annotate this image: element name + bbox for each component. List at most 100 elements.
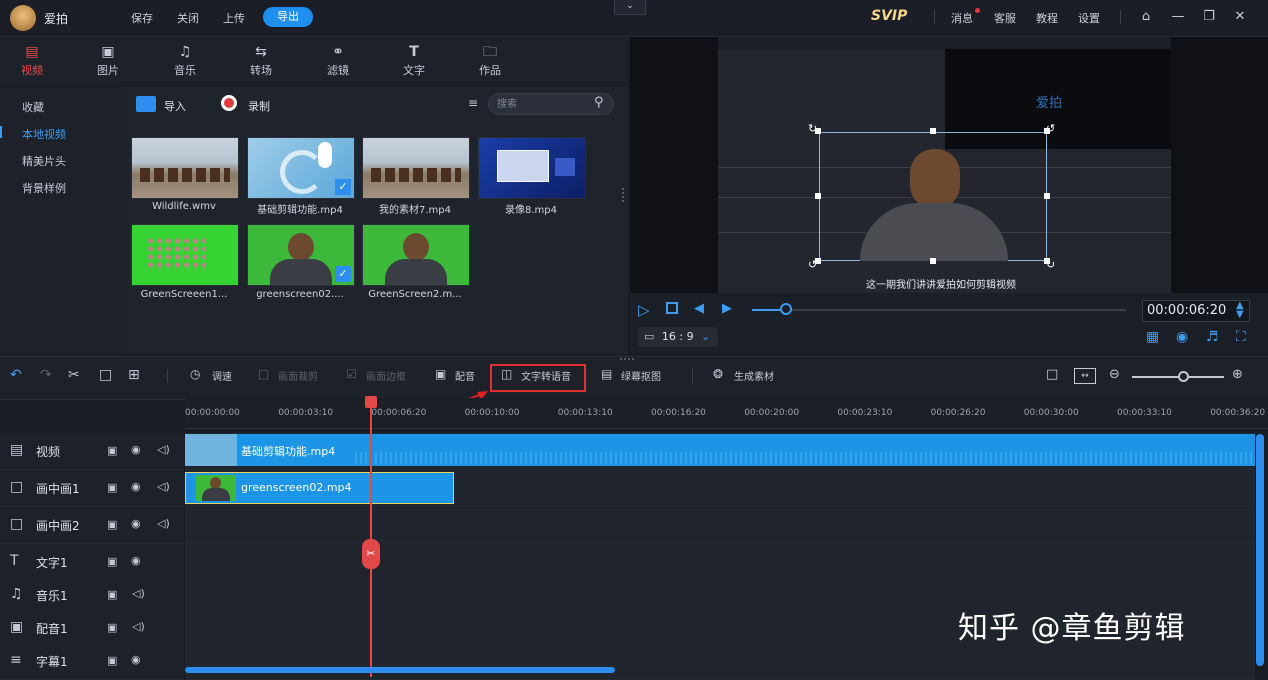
aspect-ratio-select[interactable]: ▭ 16 : 9 ⌄ xyxy=(638,327,718,347)
generate-material-button[interactable]: 生成素材 xyxy=(734,368,774,383)
nav-favorites[interactable]: 收藏 xyxy=(22,99,44,115)
close-icon[interactable]: ✕ xyxy=(1230,7,1250,27)
messages-link[interactable]: 消息 xyxy=(951,10,973,26)
matting-icon[interactable]: ▤ xyxy=(601,367,612,381)
horizontal-scrollbar[interactable] xyxy=(185,667,615,673)
stop-icon[interactable] xyxy=(666,302,678,314)
volume-icon[interactable]: ◁) xyxy=(132,620,145,633)
undo-icon[interactable]: ↶ xyxy=(10,367,22,383)
splitter-handle[interactable] xyxy=(620,358,634,362)
export-button[interactable]: 导出 xyxy=(263,7,313,27)
speed-icon[interactable]: ◷ xyxy=(190,367,200,381)
restore-icon[interactable]: ❐ xyxy=(1199,7,1219,27)
close-menu[interactable]: 关闭 xyxy=(177,10,199,26)
lock-icon[interactable]: ▣ xyxy=(107,621,117,634)
fit-timeline-icon[interactable]: ↔ xyxy=(1074,368,1096,384)
volume-icon[interactable]: ◁) xyxy=(132,587,145,600)
zoom-in-icon[interactable]: ⊕ xyxy=(1232,367,1243,382)
home-icon[interactable]: ⌂ xyxy=(1136,7,1156,27)
pip-icon[interactable]: ▦ xyxy=(1146,329,1159,345)
lock-icon[interactable]: ▣ xyxy=(107,481,117,494)
splitter-handle[interactable] xyxy=(622,188,626,202)
thumbnail-recording8[interactable] xyxy=(478,137,586,199)
tab-image[interactable]: ▣ 图片 xyxy=(82,37,134,83)
settings-link[interactable]: 设置 xyxy=(1078,10,1100,26)
search-icon[interactable]: ⚲ xyxy=(594,95,604,110)
progress-track[interactable] xyxy=(752,309,1126,311)
eye-icon[interactable]: ◉ xyxy=(131,443,141,456)
resize-handle[interactable] xyxy=(815,193,821,199)
speed-button[interactable]: 调速 xyxy=(212,368,232,383)
nav-intros[interactable]: 精美片头 xyxy=(22,153,66,169)
palette-icon[interactable]: ❂ xyxy=(713,367,723,381)
resize-handle[interactable] xyxy=(930,258,936,264)
video-clip[interactable]: 基础剪辑功能.mp4 xyxy=(185,434,1255,466)
thumbnail-greenscreen2[interactable] xyxy=(362,224,470,286)
tab-music[interactable]: ♫ 音乐 xyxy=(159,37,211,83)
tts-icon[interactable]: ◫ xyxy=(501,367,512,381)
thumbnail-greenscreen1[interactable] xyxy=(131,224,239,286)
support-link[interactable]: 客服 xyxy=(994,10,1016,26)
timecode-display[interactable]: 00:00:06:20 xyxy=(1142,300,1250,322)
thumbnail-wildlife[interactable] xyxy=(131,137,239,199)
timeline-ruler[interactable] xyxy=(185,398,1268,429)
text-to-speech-button[interactable]: 文字转语音 xyxy=(521,368,571,383)
checkmark-icon[interactable]: ✓ xyxy=(335,266,351,282)
green-screen-button[interactable]: 绿幕抠图 xyxy=(621,368,661,383)
import-button[interactable]: 导入 xyxy=(164,98,186,114)
lock-icon[interactable]: ▣ xyxy=(107,555,117,568)
playhead-handle[interactable] xyxy=(365,396,377,408)
lock-icon[interactable]: ▣ xyxy=(107,654,117,667)
sort-icon[interactable]: ≡ xyxy=(468,96,478,110)
split-icon[interactable]: ✂ xyxy=(362,539,380,569)
pip-clip[interactable]: greenscreen02.mp4 xyxy=(185,472,454,504)
eye-icon[interactable]: ◉ xyxy=(131,653,141,666)
track-lane[interactable] xyxy=(185,544,1255,581)
import-folder-icon[interactable] xyxy=(136,96,156,112)
record-button[interactable]: 录制 xyxy=(248,98,270,114)
delete-icon[interactable]: □ xyxy=(99,367,112,383)
selection-box[interactable] xyxy=(819,132,1047,261)
volume-icon[interactable]: ◁) xyxy=(157,517,170,530)
upload-menu[interactable]: 上传 xyxy=(223,10,245,26)
timecode-stepper[interactable]: ▲ ▼ xyxy=(1236,301,1244,320)
play-icon[interactable]: ▷ xyxy=(638,301,650,319)
fullscreen-icon[interactable]: ⛶ xyxy=(1236,329,1246,345)
zoom-slider-knob[interactable] xyxy=(1178,371,1189,382)
next-frame-icon[interactable]: ▶︎ xyxy=(722,301,732,316)
rotate-icon[interactable]: ↻ xyxy=(1046,258,1055,271)
resize-handle[interactable] xyxy=(930,128,936,134)
thumbnail-material7[interactable] xyxy=(362,137,470,199)
rotate-icon[interactable]: ↻ xyxy=(808,122,817,135)
nav-backgrounds[interactable]: 背景样例 xyxy=(22,180,66,196)
tab-transition[interactable]: ⇆ 转场 xyxy=(235,37,287,83)
nav-local-video[interactable]: 本地视频 xyxy=(22,126,66,142)
previous-frame-icon[interactable]: ◀︎ xyxy=(694,301,704,316)
vertical-scrollbar[interactable] xyxy=(1256,434,1264,666)
tab-works[interactable]: 🗀 作品 xyxy=(464,37,516,83)
marker-icon[interactable]: □ xyxy=(1046,367,1058,382)
minimize-icon[interactable]: — xyxy=(1168,7,1188,27)
adjust-icon[interactable]: ⊞ xyxy=(128,367,140,383)
tab-video[interactable]: ▤ 视频 xyxy=(6,37,58,83)
volume-icon[interactable]: ◁) xyxy=(157,443,170,456)
search-input[interactable] xyxy=(497,97,587,111)
svip-badge[interactable]: SVIP xyxy=(871,8,907,24)
dub-icon[interactable]: ▣ xyxy=(435,367,446,381)
playhead[interactable] xyxy=(370,398,372,677)
scissors-icon[interactable]: ✂ xyxy=(68,367,80,383)
save-menu[interactable]: 保存 xyxy=(131,10,153,26)
eye-icon[interactable]: ◉ xyxy=(131,480,141,493)
lock-icon[interactable]: ▣ xyxy=(107,518,117,531)
rotate-icon[interactable]: ↺ xyxy=(808,258,817,271)
record-icon[interactable] xyxy=(221,95,237,111)
progress-knob[interactable] xyxy=(780,303,792,315)
camera-icon[interactable]: ◉ xyxy=(1176,329,1188,345)
tab-text[interactable]: T 文字 xyxy=(388,37,440,83)
volume-icon[interactable]: ♬ xyxy=(1206,329,1219,345)
chevron-down-icon[interactable]: ⌄ xyxy=(614,0,646,15)
lock-icon[interactable]: ▣ xyxy=(107,588,117,601)
volume-icon[interactable]: ◁) xyxy=(157,480,170,493)
zoom-out-icon[interactable]: ⊖ xyxy=(1109,367,1120,382)
resize-handle[interactable] xyxy=(1044,193,1050,199)
